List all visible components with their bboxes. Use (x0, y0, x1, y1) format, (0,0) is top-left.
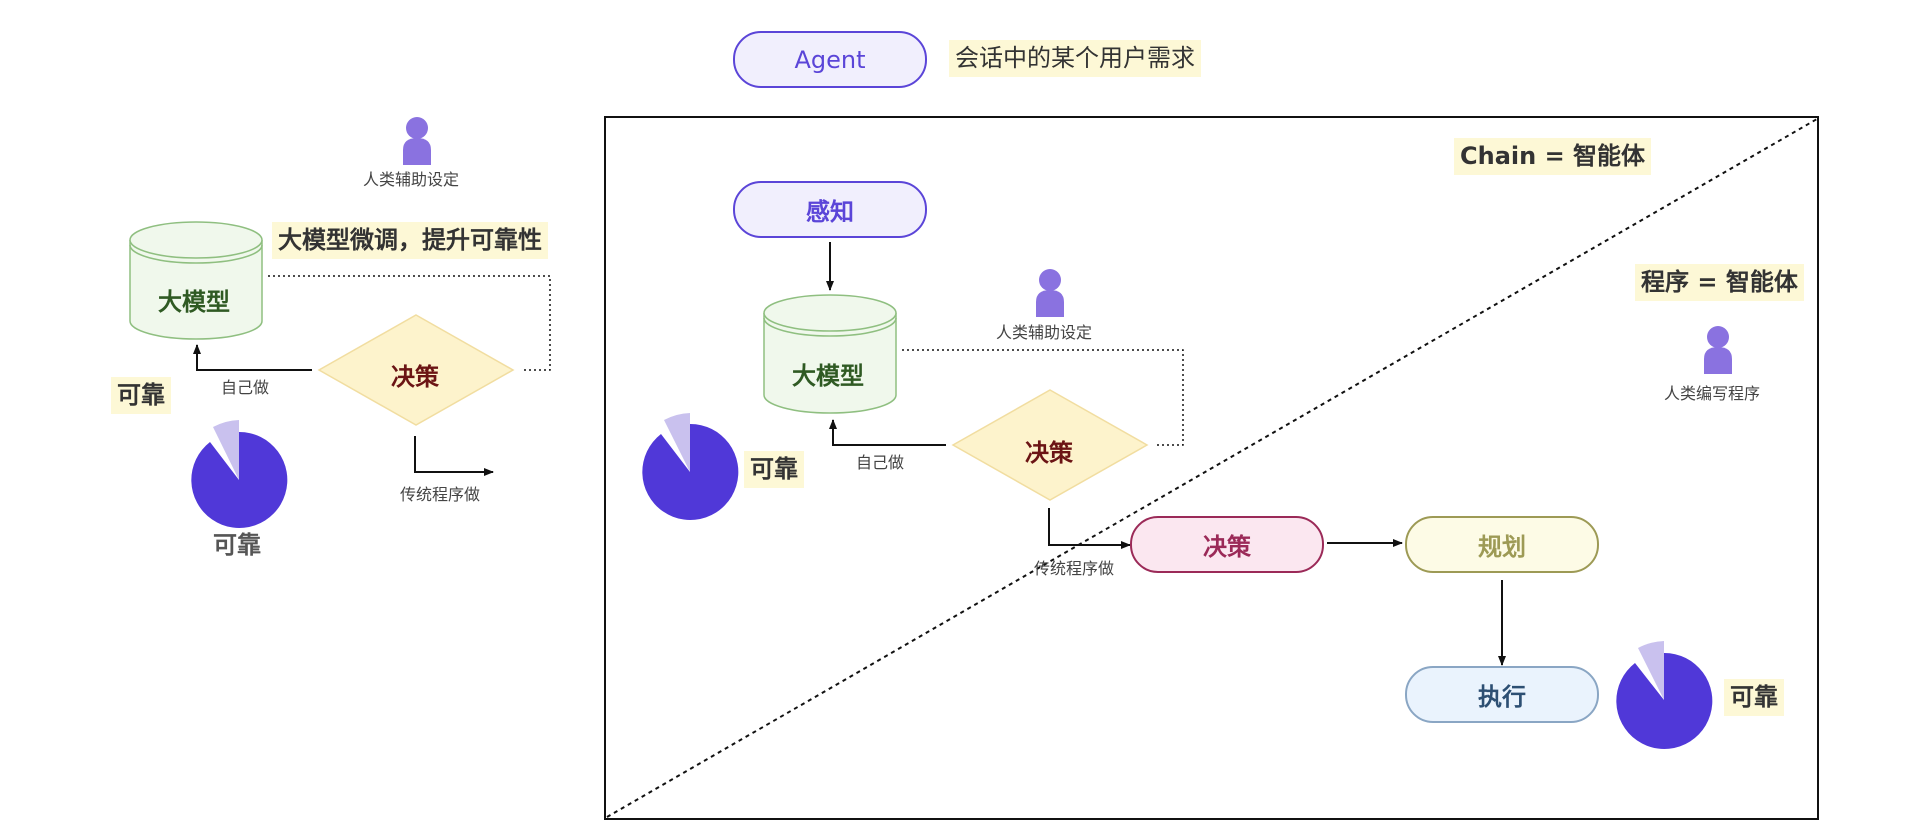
self-do-arrow (193, 344, 312, 371)
traditional-arrow (414, 436, 494, 476)
person-icon (1036, 269, 1064, 317)
decision-diamond (951, 389, 1149, 501)
reliability-pie (1616, 641, 1713, 749)
traditional-arrow (1048, 508, 1131, 549)
llm-cylinder (129, 221, 263, 340)
decision-diamond (317, 314, 515, 426)
person-icon (403, 117, 431, 165)
self-do-arrow (829, 419, 946, 446)
diagram-canvas (129, 116, 1819, 820)
llm-cylinder (763, 294, 897, 414)
reliability-pie (191, 420, 288, 528)
person-icon (1704, 326, 1732, 374)
reliability-pie (642, 413, 739, 520)
